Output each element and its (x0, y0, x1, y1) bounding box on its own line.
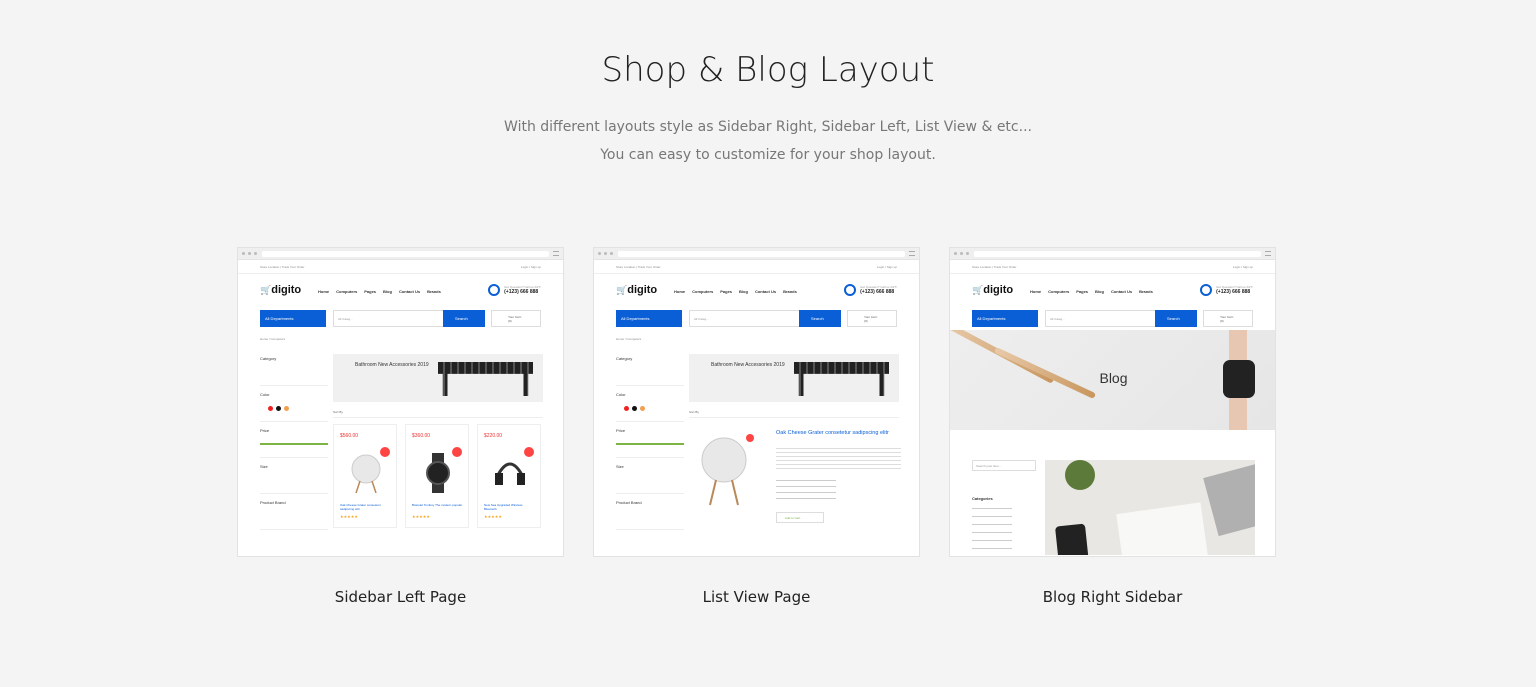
cart-logo-icon: 🛒 (972, 285, 984, 295)
preview-card-blog[interactable]: Store Location | Track Your Order Login /… (949, 247, 1276, 557)
menu-icon (1265, 251, 1271, 256)
blog-post-image (1045, 460, 1255, 555)
product-image (701, 434, 754, 506)
section-subtitle-line1: With different layouts style as Sidebar … (504, 119, 1032, 135)
product-card: $360.00 Bracelet Tomboy The modern popul… (405, 424, 469, 528)
browser-chrome (238, 248, 563, 260)
promo-banner: Bathroom New Accessories 2019 (689, 354, 899, 402)
section-subtitle-line2: You can easy to customize for your shop … (600, 147, 936, 163)
caption-list-view[interactable]: List View Page (593, 588, 920, 606)
menu-icon (553, 251, 559, 256)
promo-banner: Bathroom New Accessories 2019 (333, 354, 543, 402)
cart-logo-icon: 🛒 (260, 285, 272, 295)
blog-hero: Blog (950, 330, 1275, 430)
preview-card-sidebar-left[interactable]: Store Location | Track Your Order Login /… (237, 247, 564, 557)
logo: 🛒digito (616, 284, 658, 296)
product-card: $560.00 Oak Cheese Grater consetetur sad… (333, 424, 397, 528)
headphones-icon (488, 284, 501, 296)
logo: 🛒digito (260, 284, 302, 296)
cart-logo-icon: 🛒 (616, 285, 628, 295)
logo: 🛒digito (972, 284, 1014, 296)
preview-card-list-view[interactable]: Store Location | Track Your Order Login /… (593, 247, 920, 557)
menu-icon (909, 251, 915, 256)
mockup-nav: Home Computers Pages Blog Contact Us Brands (318, 289, 441, 294)
caption-sidebar-left[interactable]: Sidebar Left Page (237, 588, 564, 606)
headphones-icon (1200, 284, 1213, 296)
headphones-icon (844, 284, 857, 296)
section-title: Shop & Blog Layout (601, 50, 935, 90)
caption-blog-right[interactable]: Blog Right Sidebar (949, 588, 1276, 606)
product-card: $220.00 New Sea Upgraded Wireless Blueto… (477, 424, 541, 528)
